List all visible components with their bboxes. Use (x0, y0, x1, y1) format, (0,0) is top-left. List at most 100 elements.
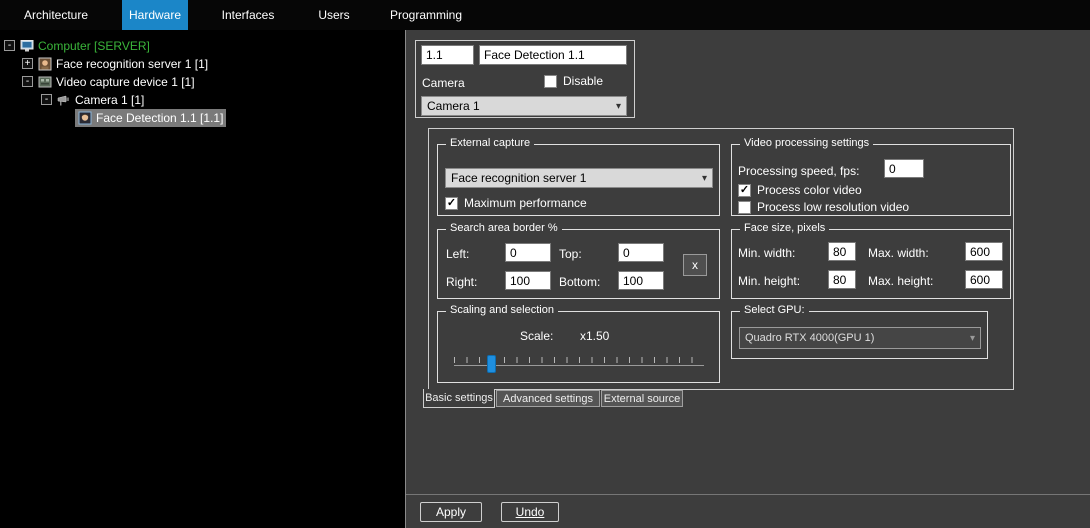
menu-label: Programming (390, 8, 462, 22)
tab-external-source[interactable]: External source (601, 390, 683, 407)
menu-item-users[interactable]: Users (310, 0, 358, 30)
tab-advanced-settings[interactable]: Advanced settings (496, 390, 600, 407)
menu-item-interfaces[interactable]: Interfaces (213, 0, 283, 30)
top-menu-bar: Architecture Hardware Interfaces Users P… (0, 0, 1090, 30)
top-field[interactable] (618, 243, 664, 262)
gpu-select[interactable]: Quadro RTX 4000(GPU 1) ▾ (739, 327, 981, 349)
basic-settings-pane: External capture Face recognition server… (428, 128, 1014, 390)
tree-item-label: Face recognition server 1 [1] (56, 57, 208, 71)
group-title: Select GPU: (740, 304, 809, 316)
left-label: Left: (446, 247, 469, 261)
process-lowres-row: Process low resolution video (738, 200, 909, 214)
disable-label: Disable (563, 74, 603, 88)
settings-panel: Camera Disable Camera 1 ▾ External captu… (405, 30, 1090, 528)
scale-slider[interactable] (454, 354, 704, 374)
right-label: Right: (446, 275, 477, 289)
tree-item-computer[interactable]: - Computer [SERVER] (0, 37, 405, 55)
apply-button[interactable]: Apply (420, 502, 482, 522)
process-color-label: Process color video (757, 183, 862, 197)
object-id-field[interactable] (421, 45, 474, 65)
video-processing-group: Video processing settings Processing spe… (731, 144, 1011, 216)
tree-item-label: Camera 1 [1] (75, 93, 144, 107)
processing-speed-field[interactable] (884, 159, 924, 178)
footer-divider (406, 494, 1090, 495)
capture-device-icon (38, 75, 52, 89)
tree-item-video-capture-device[interactable]: - Video capture device 1 [1] (0, 73, 405, 91)
min-height-field[interactable] (828, 270, 856, 289)
process-lowres-checkbox[interactable] (738, 201, 751, 214)
undo-button-label: Undo (516, 505, 545, 519)
bottom-field[interactable] (618, 271, 664, 290)
menu-label: Architecture (24, 8, 88, 22)
processing-speed-label: Processing speed, fps: (738, 164, 859, 178)
chevron-down-icon: ▾ (702, 173, 707, 184)
min-height-label: Min. height: (738, 274, 800, 288)
menu-label: Interfaces (222, 8, 275, 22)
tree-item-camera[interactable]: - Camera 1 [1] (0, 91, 405, 109)
max-height-label: Max. height: (868, 274, 933, 288)
collapse-expander-icon[interactable]: - (4, 40, 15, 51)
server-select-value: Face recognition server 1 (451, 171, 586, 185)
process-color-checkbox[interactable]: ✓ (738, 184, 751, 197)
menu-label: Hardware (129, 8, 181, 22)
chevron-down-icon: ▾ (616, 101, 621, 112)
camera-icon (57, 93, 71, 107)
scale-label: Scale: (520, 329, 553, 343)
scale-value: x1.50 (580, 329, 609, 343)
menu-label: Users (318, 8, 349, 22)
min-width-field[interactable] (828, 242, 856, 261)
bottom-label: Bottom: (559, 275, 600, 289)
max-height-field[interactable] (965, 270, 1003, 289)
max-performance-checkbox[interactable]: ✓ (445, 197, 458, 210)
apply-button-label: Apply (436, 505, 466, 519)
search-area-group: Search area border % Left: Top: Right: B… (437, 229, 720, 299)
tab-label: Advanced settings (503, 393, 593, 405)
computer-icon (20, 39, 34, 53)
tree-item-label: Computer [SERVER] (38, 39, 150, 53)
min-width-label: Min. width: (738, 246, 795, 260)
tree-item-face-recognition-server[interactable]: + Face recognition server 1 [1] (0, 55, 405, 73)
expand-expander-icon[interactable]: + (22, 58, 33, 69)
max-performance-label: Maximum performance (464, 196, 587, 210)
collapse-expander-icon[interactable]: - (41, 94, 52, 105)
max-performance-row: ✓ Maximum performance (445, 196, 587, 210)
left-field[interactable] (505, 243, 551, 262)
clear-search-area-button[interactable]: x (683, 254, 707, 276)
max-width-label: Max. width: (868, 246, 929, 260)
gpu-select-value: Quadro RTX 4000(GPU 1) (745, 332, 874, 344)
tree-item-label: Video capture device 1 [1] (56, 75, 195, 89)
camera-select-value: Camera 1 (427, 99, 480, 113)
menu-item-architecture[interactable]: Architecture (18, 0, 94, 30)
object-name-field[interactable] (479, 45, 627, 65)
group-title: Search area border % (446, 222, 562, 234)
group-title: Face size, pixels (740, 222, 829, 234)
collapse-expander-icon[interactable]: - (22, 76, 33, 87)
group-title: Scaling and selection (446, 304, 558, 316)
group-title: Video processing settings (740, 137, 873, 149)
undo-button[interactable]: Undo (501, 502, 559, 522)
tree-item-label: Face Detection 1.1 [1.1] (96, 111, 223, 125)
process-lowres-label: Process low resolution video (757, 200, 909, 214)
slider-thumb[interactable] (487, 355, 496, 373)
menu-item-programming[interactable]: Programming (385, 0, 467, 30)
scaling-group: Scaling and selection Scale: x1.50 (437, 311, 720, 383)
tab-basic-settings[interactable]: Basic settings (423, 389, 495, 408)
face-detection-icon (78, 111, 92, 125)
object-tree-panel: - Computer [SERVER] + Face recognition s… (0, 30, 405, 528)
chevron-down-icon: ▾ (970, 333, 975, 344)
menu-item-hardware[interactable]: Hardware (122, 0, 188, 30)
disable-checkbox[interactable] (544, 75, 557, 88)
max-width-field[interactable] (965, 242, 1003, 261)
face-recognition-server-select[interactable]: Face recognition server 1 ▾ (445, 168, 713, 188)
tree-item-face-detection[interactable]: Face Detection 1.1 [1.1] (0, 109, 405, 127)
tab-label: Basic settings (425, 392, 493, 404)
camera-label: Camera (422, 76, 465, 90)
camera-select[interactable]: Camera 1 ▾ (421, 96, 627, 116)
group-title: External capture (446, 137, 534, 149)
right-field[interactable] (505, 271, 551, 290)
process-color-row: ✓ Process color video (738, 183, 862, 197)
object-identity-box: Camera Disable Camera 1 ▾ (415, 40, 635, 118)
disable-checkbox-row: Disable (544, 74, 603, 88)
select-gpu-group: Select GPU: Quadro RTX 4000(GPU 1) ▾ (731, 311, 988, 359)
face-server-icon (38, 57, 52, 71)
